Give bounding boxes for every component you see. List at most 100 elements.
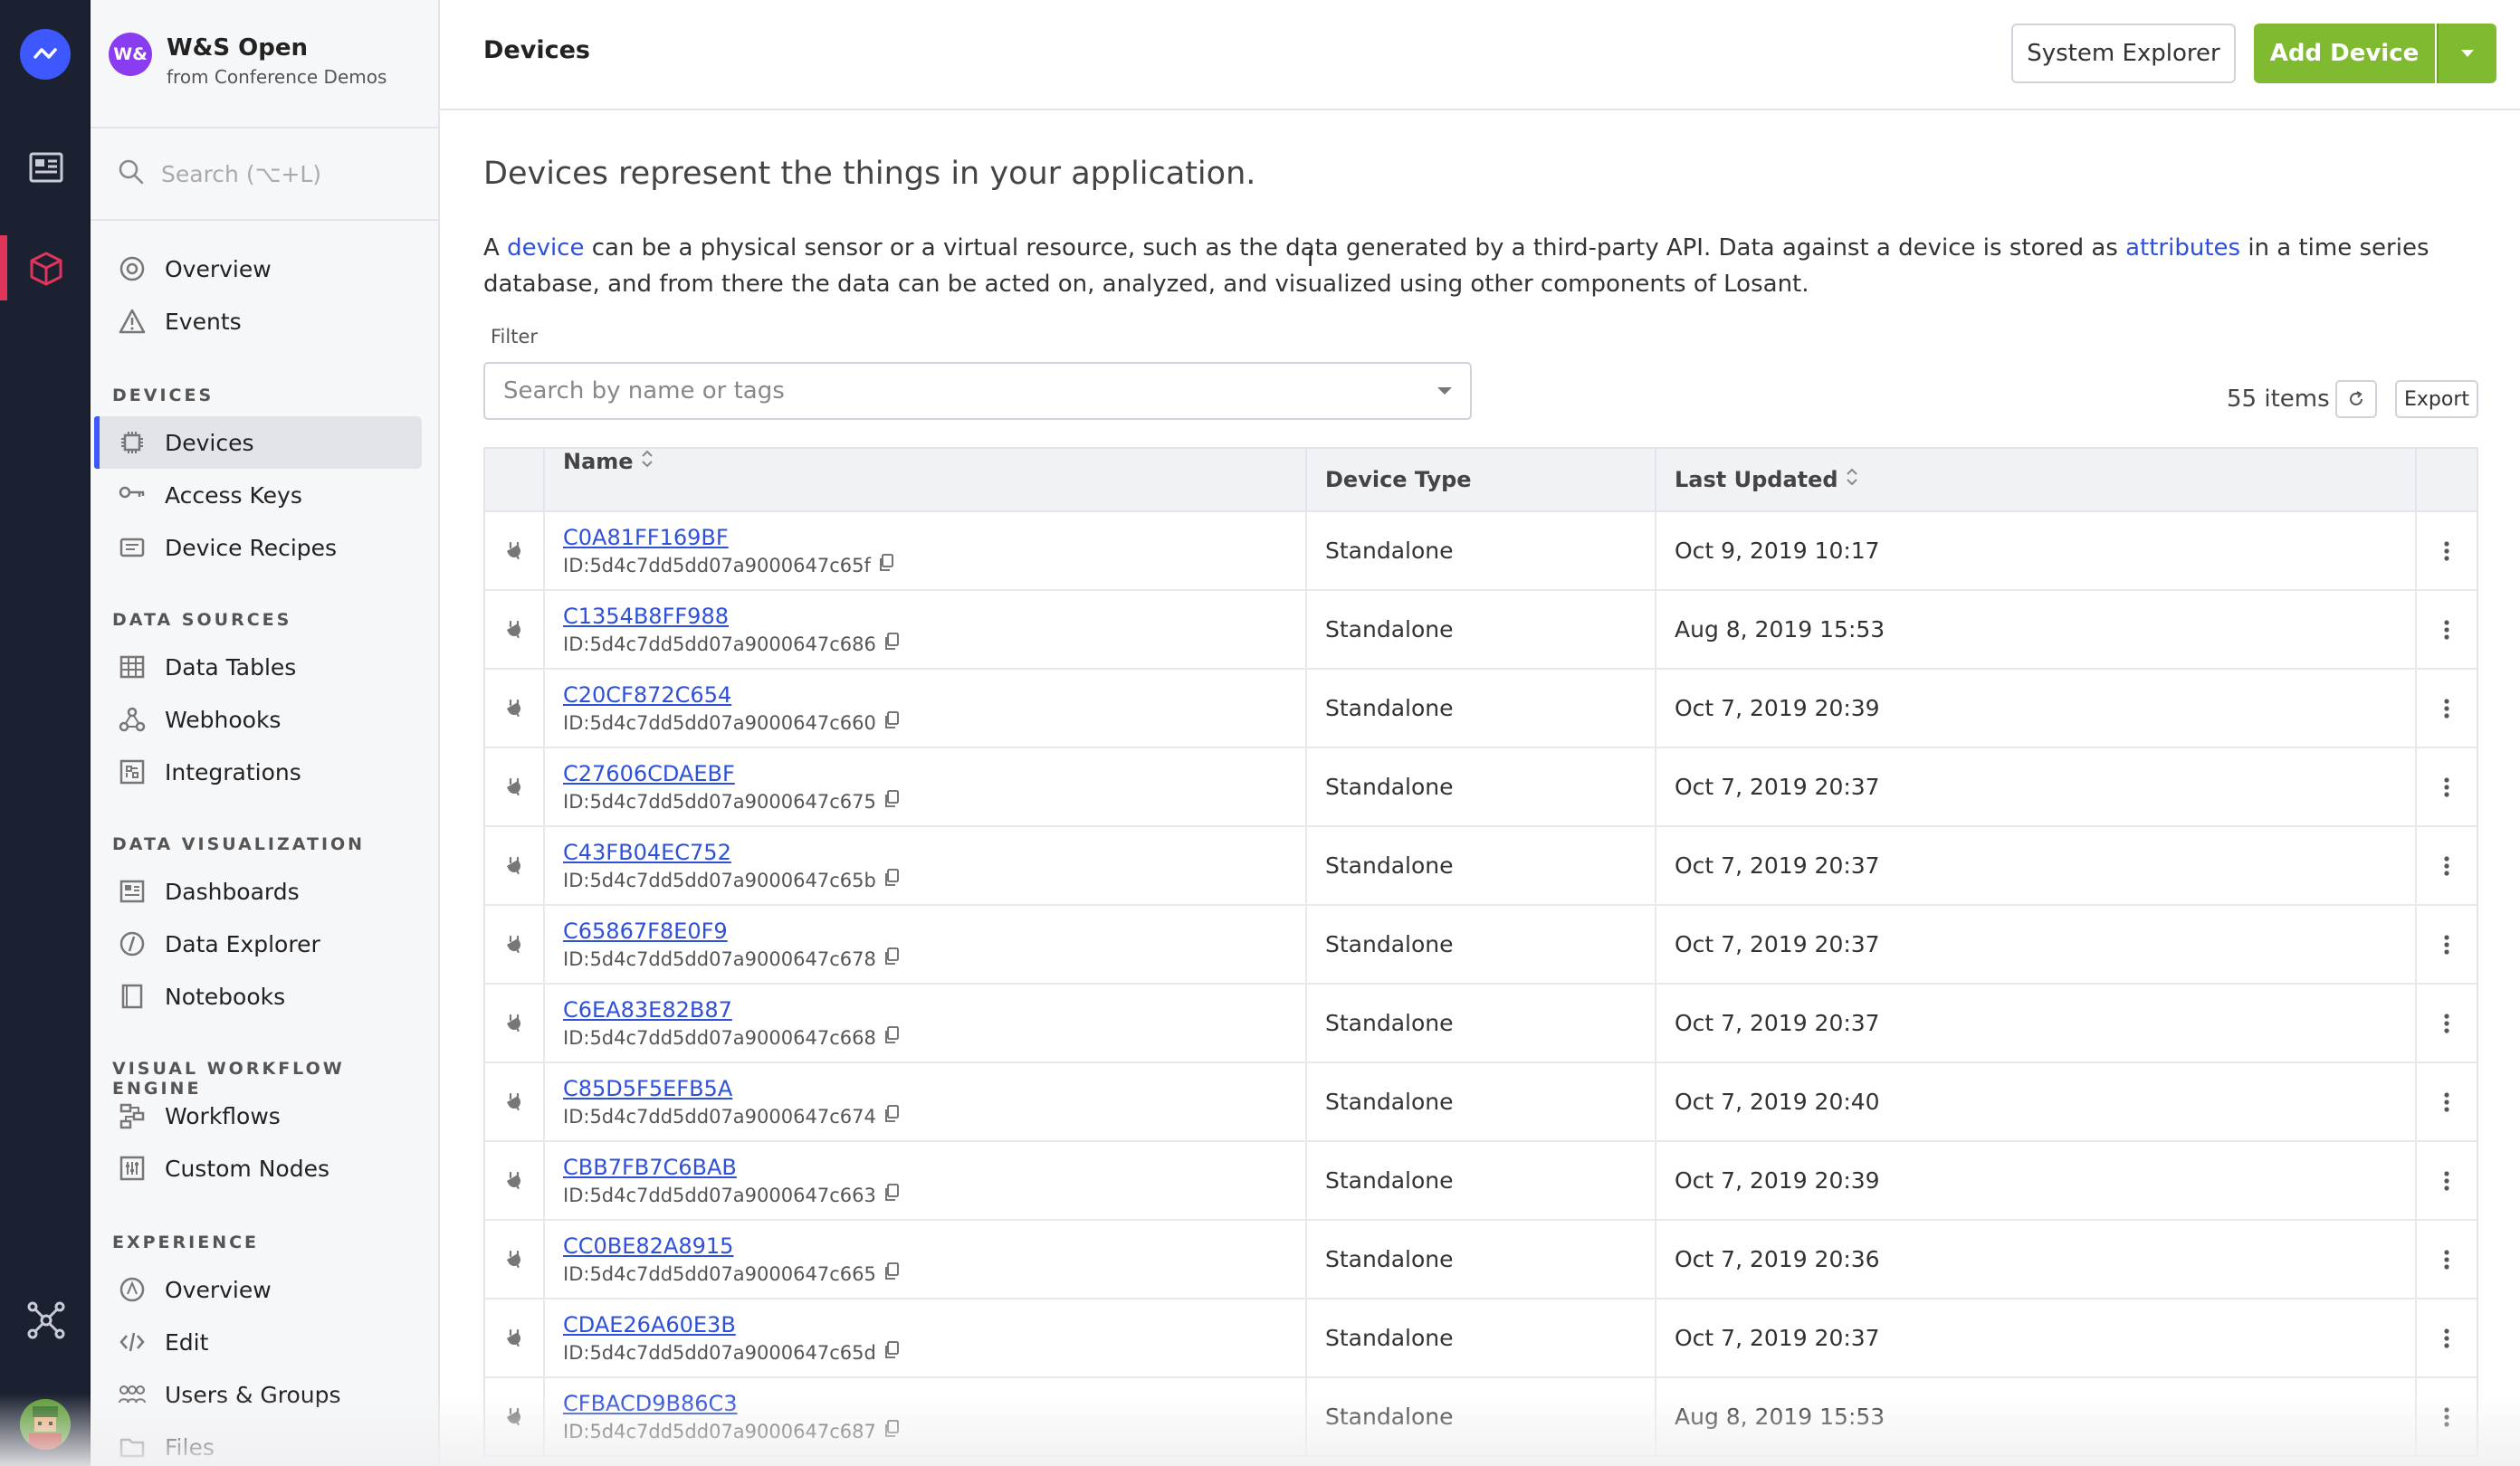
sidebar-search-input[interactable] [161, 160, 433, 187]
section-data-visualization: DATA VISUALIZATION [112, 834, 366, 854]
sidebar-item-data-tables[interactable]: Data Tables [94, 641, 422, 693]
row-actions-kebab-icon[interactable] [2417, 670, 2477, 747]
device-link[interactable]: device [507, 234, 584, 262]
dashboard-icon[interactable] [27, 148, 65, 186]
select-column-header [485, 449, 545, 510]
sidebar-item-access-keys[interactable]: Access Keys [94, 469, 422, 521]
row-actions-kebab-icon[interactable] [2417, 1299, 2477, 1376]
copy-icon[interactable] [883, 946, 900, 973]
copy-icon[interactable] [883, 1261, 900, 1288]
system-explorer-button[interactable]: System Explorer [2011, 24, 2236, 83]
refresh-button[interactable] [2335, 380, 2377, 418]
sidebar-item-device-recipes[interactable]: Device Recipes [94, 521, 422, 574]
copy-icon[interactable] [883, 1339, 900, 1366]
device-name-link[interactable]: CC0BE82A8915 [563, 1232, 733, 1261]
row-actions-kebab-icon[interactable] [2417, 512, 2477, 589]
device-name-cell: CDAE26A60E3B ID:5d4c7dd5dd07a9000647c65d [545, 1299, 1307, 1376]
sidebar-item-files[interactable]: Files [94, 1421, 422, 1466]
device-id: ID:5d4c7dd5dd07a9000647c675 [563, 788, 900, 815]
filter-input[interactable] [503, 377, 1390, 405]
device-name-link[interactable]: C43FB04EC752 [563, 838, 731, 867]
sidebar-item-users-groups[interactable]: Users & Groups [94, 1368, 422, 1421]
last-updated-text: Aug 8, 2019 15:53 [1675, 1404, 1885, 1430]
copy-icon[interactable] [878, 552, 894, 579]
device-connection-icon [485, 906, 545, 983]
last-updated-text: Oct 7, 2019 20:37 [1675, 1325, 1880, 1351]
device-name-link[interactable]: C0A81FF169BF [563, 523, 729, 552]
copy-icon[interactable] [883, 1182, 900, 1209]
losant-logo-icon[interactable] [20, 29, 71, 80]
row-actions-kebab-icon[interactable] [2417, 1221, 2477, 1298]
attributes-link[interactable]: attributes [2125, 234, 2240, 262]
sidebar-item-devices[interactable]: Devices [94, 416, 422, 469]
sidebar-item-edit[interactable]: Edit [94, 1316, 422, 1368]
row-actions-kebab-icon[interactable] [2417, 985, 2477, 1061]
device-name-link[interactable]: CBB7FB7C6BAB [563, 1153, 737, 1182]
last-updated-text: Oct 7, 2019 20:36 [1675, 1246, 1880, 1272]
keys-icon [118, 481, 147, 509]
row-actions-kebab-icon[interactable] [2417, 1063, 2477, 1140]
sidebar-item-label: Users & Groups [165, 1381, 341, 1408]
caret-down-icon [2461, 50, 2474, 57]
sidebar-item-label: Data Explorer [165, 930, 320, 957]
copy-icon[interactable] [883, 709, 900, 737]
copy-icon[interactable] [883, 631, 900, 658]
sidebar-item-dashboards[interactable]: Dashboards [94, 865, 422, 918]
application-cube-icon[interactable] [27, 250, 65, 288]
row-actions-kebab-icon[interactable] [2417, 591, 2477, 668]
copy-icon[interactable] [883, 1103, 900, 1130]
device-type-cell: Standalone [1307, 906, 1656, 983]
column-header-device-type: Device Type [1307, 449, 1656, 510]
table-body: C0A81FF169BF ID:5d4c7dd5dd07a9000647c65f… [485, 512, 2477, 1457]
row-actions-kebab-icon[interactable] [2417, 1142, 2477, 1219]
last-updated-cell: Oct 7, 2019 20:37 [1656, 985, 2417, 1061]
table-header-row: Name Device Type Last Updated [485, 449, 2477, 512]
device-name-link[interactable]: C85D5F5EFB5A [563, 1074, 732, 1103]
org-switcher[interactable]: W& W&S Open from Conference Demos [109, 33, 387, 96]
sidebar-item-experience-overview[interactable]: Overview [94, 1263, 422, 1316]
device-name-link[interactable]: CFBACD9B86C3 [563, 1389, 738, 1418]
sidebar-item-notebooks[interactable]: Notebooks [94, 970, 422, 1023]
sidebar-item-overview[interactable]: Overview [94, 243, 422, 295]
column-header-last-updated[interactable]: Last Updated [1656, 449, 2417, 510]
row-actions-kebab-icon[interactable] [2417, 1378, 2477, 1455]
rail-active-indicator [0, 235, 7, 300]
add-device-dropdown-button[interactable] [2437, 24, 2496, 83]
filter-select[interactable] [483, 362, 1472, 420]
sliders-icon [118, 1154, 147, 1183]
copy-icon[interactable] [883, 867, 900, 894]
copy-icon[interactable] [883, 1418, 900, 1445]
device-name-link[interactable]: C27606CDAEBF [563, 759, 735, 788]
row-actions-kebab-icon[interactable] [2417, 827, 2477, 904]
device-type-text: Standalone [1325, 1010, 1454, 1036]
sort-icon [641, 449, 654, 474]
device-name-link[interactable]: C6EA83E82B87 [563, 995, 732, 1024]
sidebar-item-events[interactable]: Events [94, 295, 422, 347]
device-id-text: ID:5d4c7dd5dd07a9000647c686 [563, 633, 876, 655]
device-name-link[interactable]: C65867F8E0F9 [563, 917, 728, 946]
app-rail [0, 0, 91, 1466]
device-name-cell: CFBACD9B86C3 ID:5d4c7dd5dd07a9000647c687 [545, 1378, 1307, 1455]
column-header-name[interactable]: Name [545, 449, 1307, 510]
network-nodes-icon[interactable] [27, 1301, 65, 1339]
sidebar-item-data-explorer[interactable]: Data Explorer [94, 918, 422, 970]
sidebar-item-integrations[interactable]: Integrations [94, 746, 422, 798]
row-actions-kebab-icon[interactable] [2417, 906, 2477, 983]
row-actions-kebab-icon[interactable] [2417, 748, 2477, 825]
user-avatar[interactable] [20, 1399, 71, 1450]
sidebar-item-webhooks[interactable]: Webhooks [94, 693, 422, 746]
device-name-link[interactable]: C1354B8FF988 [563, 602, 729, 631]
sidebar-item-label: Data Tables [165, 653, 297, 681]
device-name-cell: C1354B8FF988 ID:5d4c7dd5dd07a9000647c686 [545, 591, 1307, 668]
add-device-button[interactable]: Add Device [2254, 24, 2435, 83]
copy-icon[interactable] [883, 1024, 900, 1052]
sidebar-item-custom-nodes[interactable]: Custom Nodes [94, 1142, 422, 1195]
export-button[interactable]: Export [2395, 380, 2478, 418]
sidebar-item-label: Notebooks [165, 983, 286, 1010]
copy-icon[interactable] [883, 788, 900, 815]
sidebar-item-workflows[interactable]: Workflows [94, 1090, 422, 1142]
device-id-text: ID:5d4c7dd5dd07a9000647c65f [563, 554, 871, 576]
device-name-link[interactable]: CDAE26A60E3B [563, 1310, 736, 1339]
chevron-down-icon[interactable] [1436, 384, 1454, 401]
device-name-link[interactable]: C20CF872C654 [563, 681, 731, 709]
